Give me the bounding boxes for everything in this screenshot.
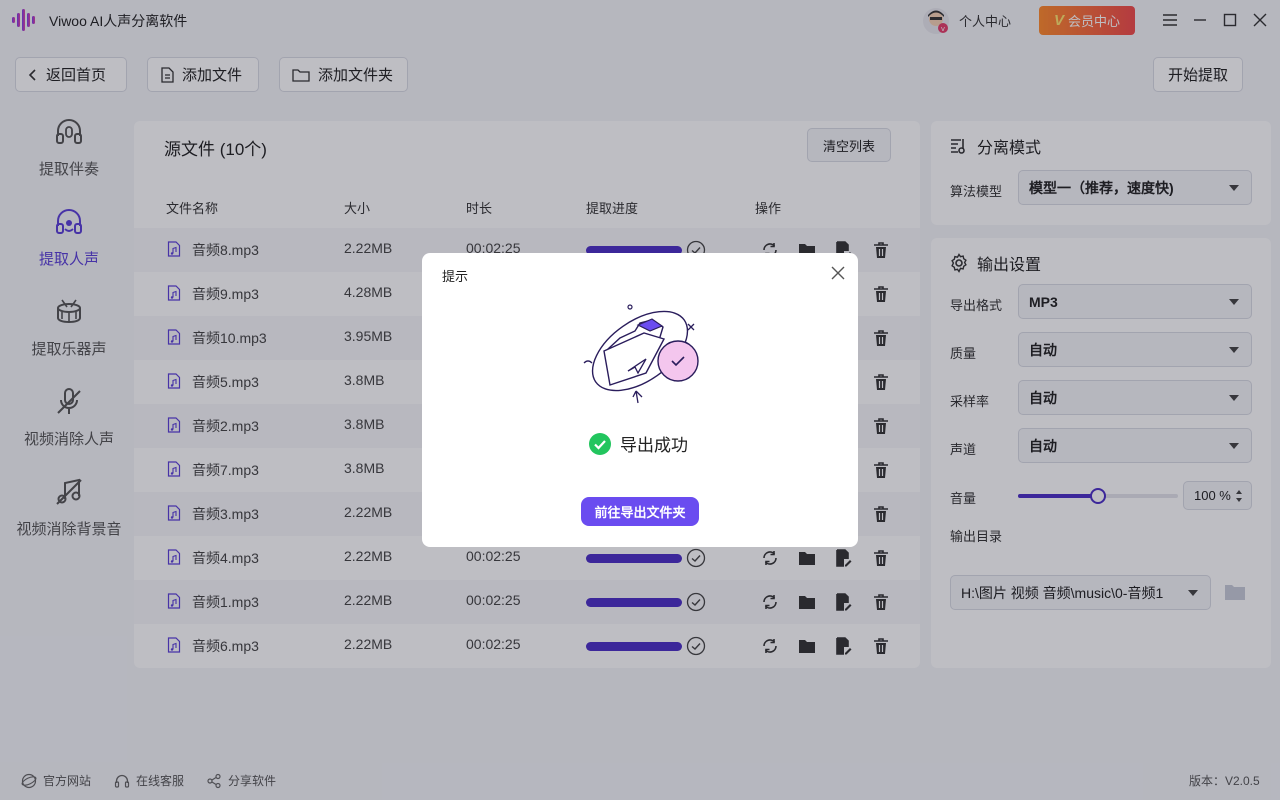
dialog-title: 提示 xyxy=(442,269,469,284)
success-check-icon xyxy=(589,432,611,455)
success-dialog: 提示 导出成功 前往导出文件夹 xyxy=(422,253,858,547)
dialog-message-text: 导出成功 xyxy=(620,436,688,455)
dialog-close-icon[interactable] xyxy=(830,265,846,281)
dialog-message: 导出成功 xyxy=(588,431,688,456)
open-export-folder-button[interactable]: 前往导出文件夹 xyxy=(581,497,699,526)
export-folder-illustration xyxy=(583,304,699,404)
